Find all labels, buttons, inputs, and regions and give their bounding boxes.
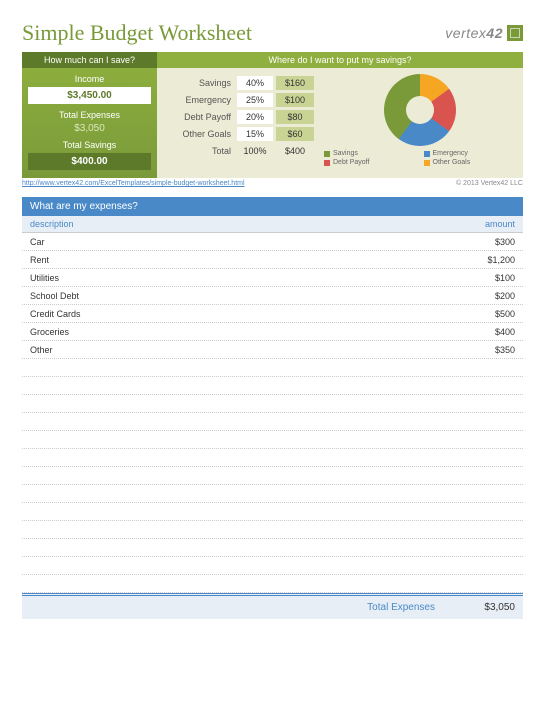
expense-row-blank[interactable] (22, 539, 523, 557)
expense-amt: $350 (455, 345, 515, 355)
allocation-amt: $100 (276, 93, 314, 107)
logo: vertex42 (445, 25, 523, 41)
expenses-section: What are my expenses? description amount… (22, 197, 523, 619)
source-row: http://www.vertex42.com/ExcelTemplates/s… (22, 180, 523, 187)
allocation-label: Emergency (165, 95, 237, 105)
legend-item: Debt Payoff (324, 159, 416, 166)
allocation-amt: $60 (276, 127, 314, 141)
expense-row-blank[interactable] (22, 557, 523, 575)
total-savings-value: $400.00 (28, 153, 151, 170)
income-label: Income (28, 74, 151, 84)
expense-row[interactable]: Car$300 (22, 233, 523, 251)
expense-row-blank[interactable] (22, 485, 523, 503)
allocation-pct[interactable]: 25% (237, 93, 273, 107)
legend-swatch (324, 160, 330, 166)
income-value[interactable]: $3,450.00 (28, 87, 151, 104)
legend-swatch (324, 151, 330, 157)
allocation-amt: $80 (276, 110, 314, 124)
expense-amt: $200 (455, 291, 515, 301)
expense-list: Car$300Rent$1,200Utilities$100School Deb… (22, 233, 523, 593)
expenses-total-row: Total Expenses $3,050 (22, 593, 523, 619)
allocation-label: Savings (165, 78, 237, 88)
allocation-total-amt: $400 (276, 144, 314, 158)
allocation-pct[interactable]: 20% (237, 110, 273, 124)
logo-text: vertex42 (445, 25, 503, 41)
expense-amt: $500 (455, 309, 515, 319)
col-description: description (30, 219, 455, 229)
allocation-amt: $160 (276, 76, 314, 90)
expense-desc: Utilities (30, 273, 455, 283)
allocation-panel: Where do I want to put my savings? Savin… (157, 52, 523, 178)
expense-desc: Other (30, 345, 455, 355)
savings-panel-header: How much can I save? (22, 52, 157, 68)
expense-row-blank[interactable] (22, 431, 523, 449)
expense-desc: School Debt (30, 291, 455, 301)
legend-label: Other Goals (433, 159, 471, 166)
legend-item: Emergency (424, 150, 516, 157)
expense-row-blank[interactable] (22, 503, 523, 521)
legend-item: Other Goals (424, 159, 516, 166)
allocation-pct[interactable]: 40% (237, 76, 273, 90)
expense-row[interactable]: Other$350 (22, 341, 523, 359)
allocation-row: Other Goals15%$60 (165, 125, 314, 142)
total-savings-label: Total Savings (28, 140, 151, 150)
legend-swatch (424, 160, 430, 166)
expense-amt: $100 (455, 273, 515, 283)
expenses-header: What are my expenses? (22, 197, 523, 216)
allocation-row: Savings40%$160 (165, 74, 314, 91)
allocation-label: Other Goals (165, 129, 237, 139)
copyright: © 2013 Vertex42 LLC (456, 180, 523, 187)
expense-desc: Credit Cards (30, 309, 455, 319)
expense-row[interactable]: Rent$1,200 (22, 251, 523, 269)
logo-icon (507, 25, 523, 41)
expenses-total-value: $3,050 (455, 602, 515, 613)
allocation-total-label: Total (165, 146, 237, 156)
expense-row-blank[interactable] (22, 413, 523, 431)
total-expenses-value: $3,050 (28, 123, 151, 134)
expense-row-blank[interactable] (22, 521, 523, 539)
expense-desc: Rent (30, 255, 455, 265)
allocation-panel-header: Where do I want to put my savings? (157, 52, 523, 68)
legend-label: Debt Payoff (333, 159, 369, 166)
legend-label: Emergency (433, 150, 468, 157)
allocation-table: Savings40%$160Emergency25%$100Debt Payof… (165, 74, 314, 166)
savings-panel: How much can I save? Income $3,450.00 To… (22, 52, 157, 178)
expense-desc: Car (30, 237, 455, 247)
allocation-total-row: Total100%$400 (165, 142, 314, 159)
legend-label: Savings (333, 150, 358, 157)
summary-panel: How much can I save? Income $3,450.00 To… (22, 52, 523, 178)
allocation-pct[interactable]: 15% (237, 127, 273, 141)
expense-amt: $300 (455, 237, 515, 247)
page-title: Simple Budget Worksheet (22, 20, 252, 46)
total-expenses-label: Total Expenses (28, 110, 151, 120)
donut-chart (384, 74, 456, 146)
allocation-total-pct: 100% (237, 144, 273, 158)
expense-row-blank[interactable] (22, 359, 523, 377)
legend-swatch (424, 151, 430, 157)
expense-amt: $1,200 (455, 255, 515, 265)
expense-row[interactable]: Utilities$100 (22, 269, 523, 287)
chart-legend: Savings Emergency Debt Payoff Other Goals (324, 150, 515, 166)
expense-row-blank[interactable] (22, 449, 523, 467)
expenses-total-label: Total Expenses (30, 602, 455, 613)
allocation-row: Debt Payoff20%$80 (165, 108, 314, 125)
expense-row-blank[interactable] (22, 395, 523, 413)
expense-row-blank[interactable] (22, 467, 523, 485)
header: Simple Budget Worksheet vertex42 (22, 20, 523, 46)
expenses-columns: description amount (22, 216, 523, 233)
legend-item: Savings (324, 150, 416, 157)
allocation-row: Emergency25%$100 (165, 91, 314, 108)
expense-row[interactable]: Groceries$400 (22, 323, 523, 341)
allocation-label: Debt Payoff (165, 112, 237, 122)
expense-row[interactable]: Credit Cards$500 (22, 305, 523, 323)
expense-desc: Groceries (30, 327, 455, 337)
chart-area: Savings Emergency Debt Payoff Other Goals (324, 74, 515, 166)
expense-row-blank[interactable] (22, 575, 523, 593)
col-amount: amount (455, 219, 515, 229)
expense-amt: $400 (455, 327, 515, 337)
expense-row-blank[interactable] (22, 377, 523, 395)
expense-row[interactable]: School Debt$200 (22, 287, 523, 305)
source-link[interactable]: http://www.vertex42.com/ExcelTemplates/s… (22, 180, 245, 187)
